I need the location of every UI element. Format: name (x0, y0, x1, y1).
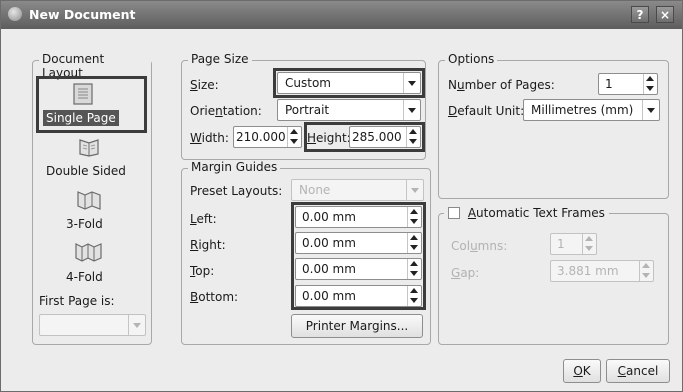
columns-value: 1 (557, 237, 565, 251)
bottom-margin-label: Bottom: (190, 290, 239, 304)
left-margin-label: Left: (190, 212, 217, 226)
three-fold-label: 3-Fold (66, 217, 103, 231)
layout-four-fold[interactable]: 4-Fold (36, 239, 146, 287)
gap-label: Gap: (451, 266, 480, 280)
margins-highlight (291, 202, 426, 310)
margin-guides-legend: Margin Guides (188, 160, 281, 174)
window-title: New Document (29, 7, 136, 22)
page-size-legend: Page Size (188, 52, 252, 66)
number-of-pages-value: 1 (605, 77, 613, 91)
preset-layouts-label: Preset Layouts: (190, 184, 283, 198)
default-unit-label: Default Unit: (448, 104, 525, 118)
top-margin-label: Top: (190, 264, 215, 278)
four-fold-label: 4-Fold (66, 270, 103, 284)
width-value: 210.000 (236, 130, 286, 144)
four-fold-icon (75, 243, 102, 262)
preset-layouts-value: None (299, 183, 331, 197)
title-bar[interactable]: New Document ? × (1, 1, 682, 29)
first-page-label: First Page is: (39, 294, 115, 308)
help-button[interactable]: ? (631, 6, 649, 23)
orientation-combo[interactable]: Portrait (277, 99, 421, 121)
auto-text-frames-label: Automatic Text Frames (467, 206, 605, 220)
preset-layouts-combo: None (291, 179, 424, 201)
ok-button[interactable]: OK (563, 359, 601, 383)
columns-label: Columns: (451, 239, 508, 253)
first-page-combo (39, 314, 146, 336)
default-unit-combo[interactable]: Millimetres (mm) (523, 99, 660, 121)
size-label: Size: (190, 78, 219, 92)
orientation-value: Portrait (285, 103, 330, 117)
gap-value: 3.881 mm (557, 264, 619, 278)
three-fold-icon (77, 191, 101, 210)
app-icon (8, 7, 22, 21)
gap-spinbox: 3.881 mm (550, 260, 654, 282)
auto-text-frames-header: Automatic Text Frames (444, 205, 609, 221)
size-combo-highlight (273, 68, 425, 98)
layout-three-fold[interactable]: 3-Fold (36, 187, 146, 235)
right-margin-label: Right: (190, 238, 226, 252)
cancel-button[interactable]: Cancel (606, 359, 670, 383)
single-page-highlight (36, 76, 147, 133)
close-button[interactable]: × (656, 6, 674, 23)
columns-spinbox: 1 (550, 233, 597, 255)
options-legend: Options (445, 52, 498, 66)
width-label: Width: (190, 131, 229, 145)
number-of-pages-spinbox[interactable]: 1 (598, 73, 658, 95)
printer-margins-button[interactable]: Printer Margins... (291, 314, 423, 338)
height-highlight (304, 122, 425, 152)
double-sided-label: Double Sided (46, 164, 126, 178)
number-of-pages-label: Number of Pages: (448, 78, 555, 92)
double-sided-icon (79, 139, 99, 157)
auto-text-frames-checkbox[interactable] (448, 207, 460, 219)
width-spinbox[interactable]: 210.000 (233, 126, 302, 148)
layout-double-sided[interactable]: Double Sided (36, 135, 146, 183)
orientation-label: Orientation: (190, 104, 262, 118)
new-document-dialog: New Document ? × Document Layout Single … (0, 0, 683, 392)
default-unit-value: Millimetres (mm) (531, 103, 634, 117)
